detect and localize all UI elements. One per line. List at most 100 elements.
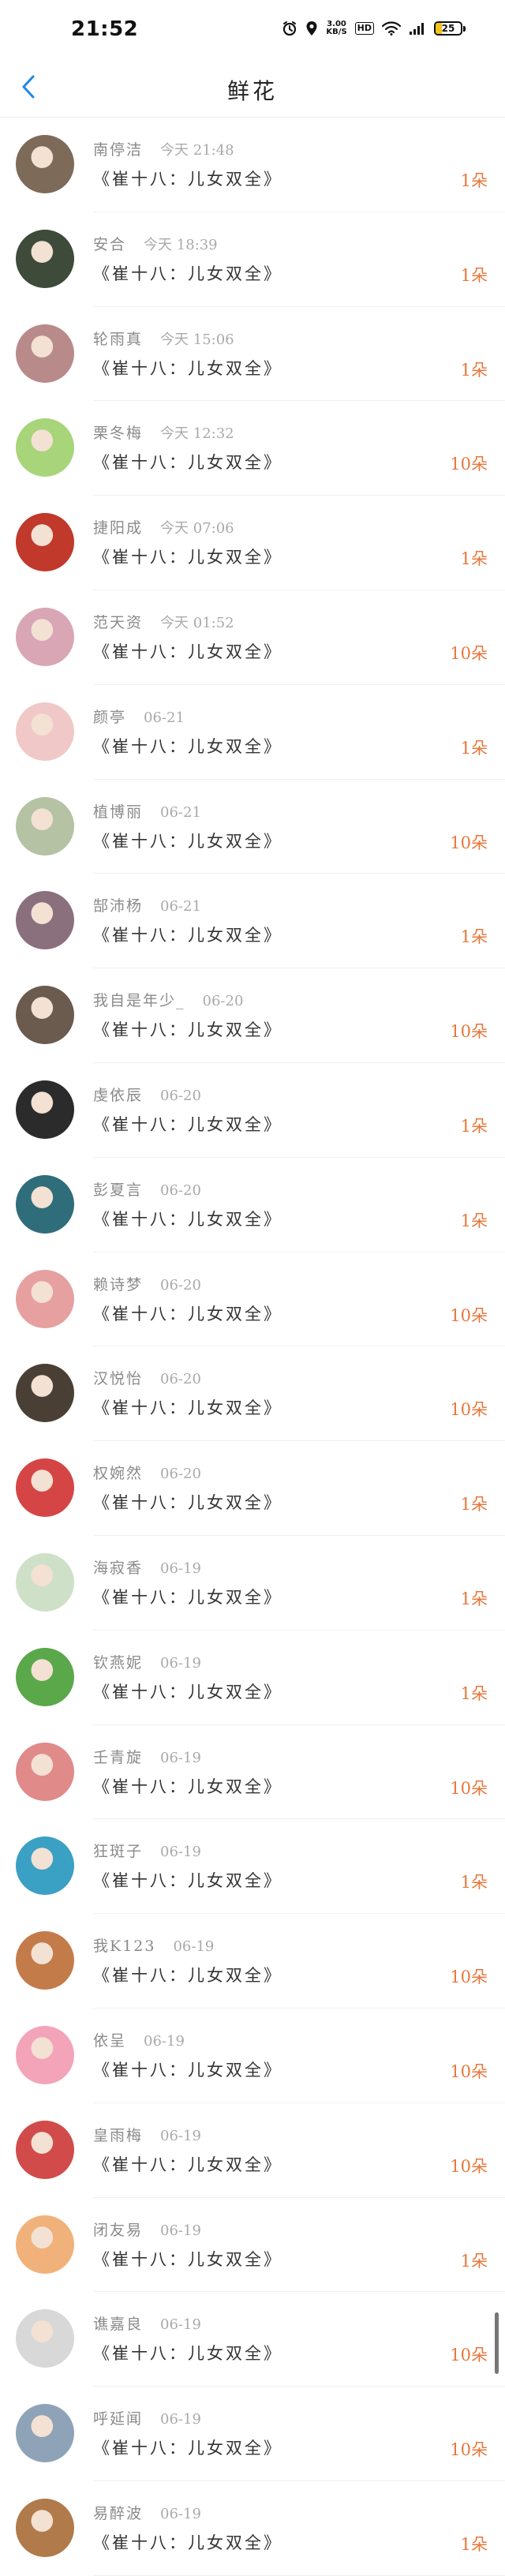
alarm-icon [282, 21, 297, 36]
user-name[interactable]: 皇雨梅 [93, 2127, 143, 2144]
avatar[interactable] [16, 1931, 74, 1990]
list-item[interactable]: 海寂香 06-19 《崔十八：儿女双全》 1朵 [0, 1536, 505, 1631]
user-name[interactable]: 植博丽 [93, 803, 143, 821]
flower-count: 10朵 [450, 643, 488, 663]
user-name[interactable]: 汉悦怡 [93, 1370, 143, 1387]
user-name[interactable]: 郜沛杨 [93, 897, 143, 915]
list-item[interactable]: 彭夏言 06-20 《崔十八：儿女双全》 1朵 [0, 1158, 505, 1252]
avatar[interactable] [16, 1837, 74, 1896]
avatar[interactable] [16, 1552, 74, 1612]
book-title: 《崔十八：儿女双全》 [93, 2439, 282, 2458]
avatar[interactable] [16, 2025, 74, 2084]
user-name[interactable]: 我自是年少_ [93, 992, 185, 1009]
book-title: 《崔十八：儿女双全》 [93, 736, 282, 756]
user-name[interactable]: 海寂香 [93, 1559, 143, 1577]
gift-time: 今天 21:48 [160, 142, 234, 159]
avatar[interactable] [16, 513, 74, 572]
list-item[interactable]: 南停洁 今天 21:48 《崔十八：儿女双全》 1朵 [0, 118, 505, 212]
location-icon [305, 21, 318, 36]
flower-count: 1朵 [460, 927, 488, 947]
avatar[interactable] [16, 324, 74, 383]
user-name[interactable]: 彭夏言 [93, 1181, 143, 1199]
avatar[interactable] [16, 607, 74, 666]
user-name[interactable]: 呼延闻 [93, 2410, 143, 2428]
flower-count: 10朵 [450, 2061, 488, 2081]
list-item[interactable]: 闭友易 06-19 《崔十八：儿女双全》 1朵 [0, 2198, 505, 2293]
user-line: 易醉波 06-19 [93, 2502, 201, 2523]
user-name[interactable]: 谯嘉良 [93, 2316, 143, 2333]
list-item[interactable]: 依呈 06-19 《崔十八：儿女双全》 10朵 [0, 2009, 505, 2103]
user-line: 依呈 06-19 [93, 2029, 185, 2050]
avatar[interactable] [16, 418, 74, 477]
avatar[interactable] [16, 986, 74, 1045]
user-name[interactable]: 颜亭 [93, 709, 126, 726]
list-item[interactable]: 颜亭 06-21 《崔十八：儿女双全》 1朵 [0, 685, 505, 780]
user-line: 赖诗梦 06-20 [93, 1273, 201, 1294]
user-name[interactable]: 闭友易 [93, 2222, 143, 2239]
book-title: 《崔十八：儿女双全》 [93, 1682, 282, 1702]
user-name[interactable]: 捷阳成 [93, 519, 143, 537]
list-item[interactable]: 钦燕妮 06-19 《崔十八：儿女双全》 1朵 [0, 1631, 505, 1725]
avatar[interactable] [16, 1080, 74, 1139]
avatar[interactable] [16, 2498, 74, 2557]
avatar[interactable] [16, 135, 74, 193]
scrollbar-thumb[interactable] [495, 2312, 499, 2374]
user-line: 闭友易 06-19 [93, 2218, 201, 2240]
list-item[interactable]: 壬青旋 06-19 《崔十八：儿女双全》 10朵 [0, 1725, 505, 1820]
list-item[interactable]: 呼延闻 06-19 《崔十八：儿女双全》 10朵 [0, 2387, 505, 2481]
avatar[interactable] [16, 2404, 74, 2463]
user-name[interactable]: 依呈 [93, 2032, 126, 2050]
user-line: 虔依辰 06-20 [93, 1084, 201, 1105]
avatar[interactable] [16, 1364, 74, 1423]
avatar[interactable] [16, 702, 74, 761]
user-name[interactable]: 虔依辰 [93, 1087, 143, 1104]
list-item[interactable]: 捷阳成 今天 07:06 《崔十八：儿女双全》 1朵 [0, 496, 505, 590]
avatar[interactable] [16, 891, 74, 950]
user-name[interactable]: 安合 [93, 236, 126, 253]
list-item[interactable]: 皇雨梅 06-19 《崔十八：儿女双全》 10朵 [0, 2103, 505, 2198]
list-item[interactable]: 范天资 今天 01:52 《崔十八：儿女双全》 10朵 [0, 590, 505, 685]
list-item[interactable]: 我K123 06-19 《崔十八：儿女双全》 10朵 [0, 1914, 505, 2009]
user-name[interactable]: 范天资 [93, 614, 143, 631]
user-name[interactable]: 钦燕妮 [93, 1654, 143, 1672]
user-name[interactable]: 我K123 [93, 1938, 155, 1955]
avatar[interactable] [16, 2309, 74, 2368]
user-name[interactable]: 狂斑子 [93, 1843, 143, 1860]
list-item[interactable]: 易醉波 06-19 《崔十八：儿女双全》 1朵 [0, 2481, 505, 2576]
flower-count: 10朵 [450, 1022, 488, 1042]
list-item[interactable]: 谯嘉良 06-19 《崔十八：儿女双全》 10朵 [0, 2292, 505, 2387]
avatar[interactable] [16, 1458, 74, 1518]
list-item[interactable]: 我自是年少_ 06-20 《崔十八：儿女双全》 10朵 [0, 968, 505, 1063]
list-item[interactable]: 汉悦怡 06-20 《崔十八：儿女双全》 10朵 [0, 1346, 505, 1441]
list-item[interactable]: 权婉然 06-20 《崔十八：儿女双全》 1朵 [0, 1441, 505, 1536]
list-item[interactable]: 赖诗梦 06-20 《崔十八：儿女双全》 10朵 [0, 1252, 505, 1347]
list-item[interactable]: 植博丽 06-21 《崔十八：儿女双全》 10朵 [0, 780, 505, 874]
list-item[interactable]: 狂斑子 06-19 《崔十八：儿女双全》 1朵 [0, 1819, 505, 1914]
user-name[interactable]: 权婉然 [93, 1465, 143, 1482]
avatar[interactable] [16, 2215, 74, 2274]
user-name[interactable]: 栗冬梅 [93, 425, 143, 442]
list-item[interactable]: 轮雨真 今天 15:06 《崔十八：儿女双全》 1朵 [0, 307, 505, 402]
avatar[interactable] [16, 229, 74, 288]
user-name[interactable]: 赖诗梦 [93, 1276, 143, 1294]
avatar[interactable] [16, 2120, 74, 2179]
gift-time: 06-19 [160, 2316, 201, 2334]
user-name[interactable]: 南停洁 [93, 141, 143, 159]
list-item[interactable]: 虔依辰 06-20 《崔十八：儿女双全》 1朵 [0, 1063, 505, 1158]
gift-list[interactable]: 南停洁 今天 21:48 《崔十八：儿女双全》 1朵 安合 今天 18:39 《崔十八：儿女… [0, 118, 505, 2576]
user-name[interactable]: 轮雨真 [93, 331, 143, 348]
avatar[interactable] [16, 796, 74, 856]
list-item[interactable]: 郜沛杨 06-21 《崔十八：儿女双全》 1朵 [0, 874, 505, 968]
book-title: 《崔十八：儿女双全》 [93, 170, 282, 189]
list-item[interactable]: 栗冬梅 今天 12:32 《崔十八：儿女双全》 10朵 [0, 401, 505, 496]
user-name[interactable]: 壬青旋 [93, 1749, 143, 1766]
list-item[interactable]: 安合 今天 18:39 《崔十八：儿女双全》 1朵 [0, 212, 505, 307]
user-name[interactable]: 易醉波 [93, 2505, 143, 2522]
avatar[interactable] [16, 1742, 74, 1801]
avatar[interactable] [16, 1174, 74, 1234]
gift-time: 06-19 [160, 1654, 201, 1672]
avatar[interactable] [16, 1269, 74, 1328]
book-title: 《崔十八：儿女双全》 [93, 1966, 282, 1986]
book-title: 《崔十八：儿女双全》 [93, 453, 282, 473]
avatar[interactable] [16, 1647, 74, 1706]
